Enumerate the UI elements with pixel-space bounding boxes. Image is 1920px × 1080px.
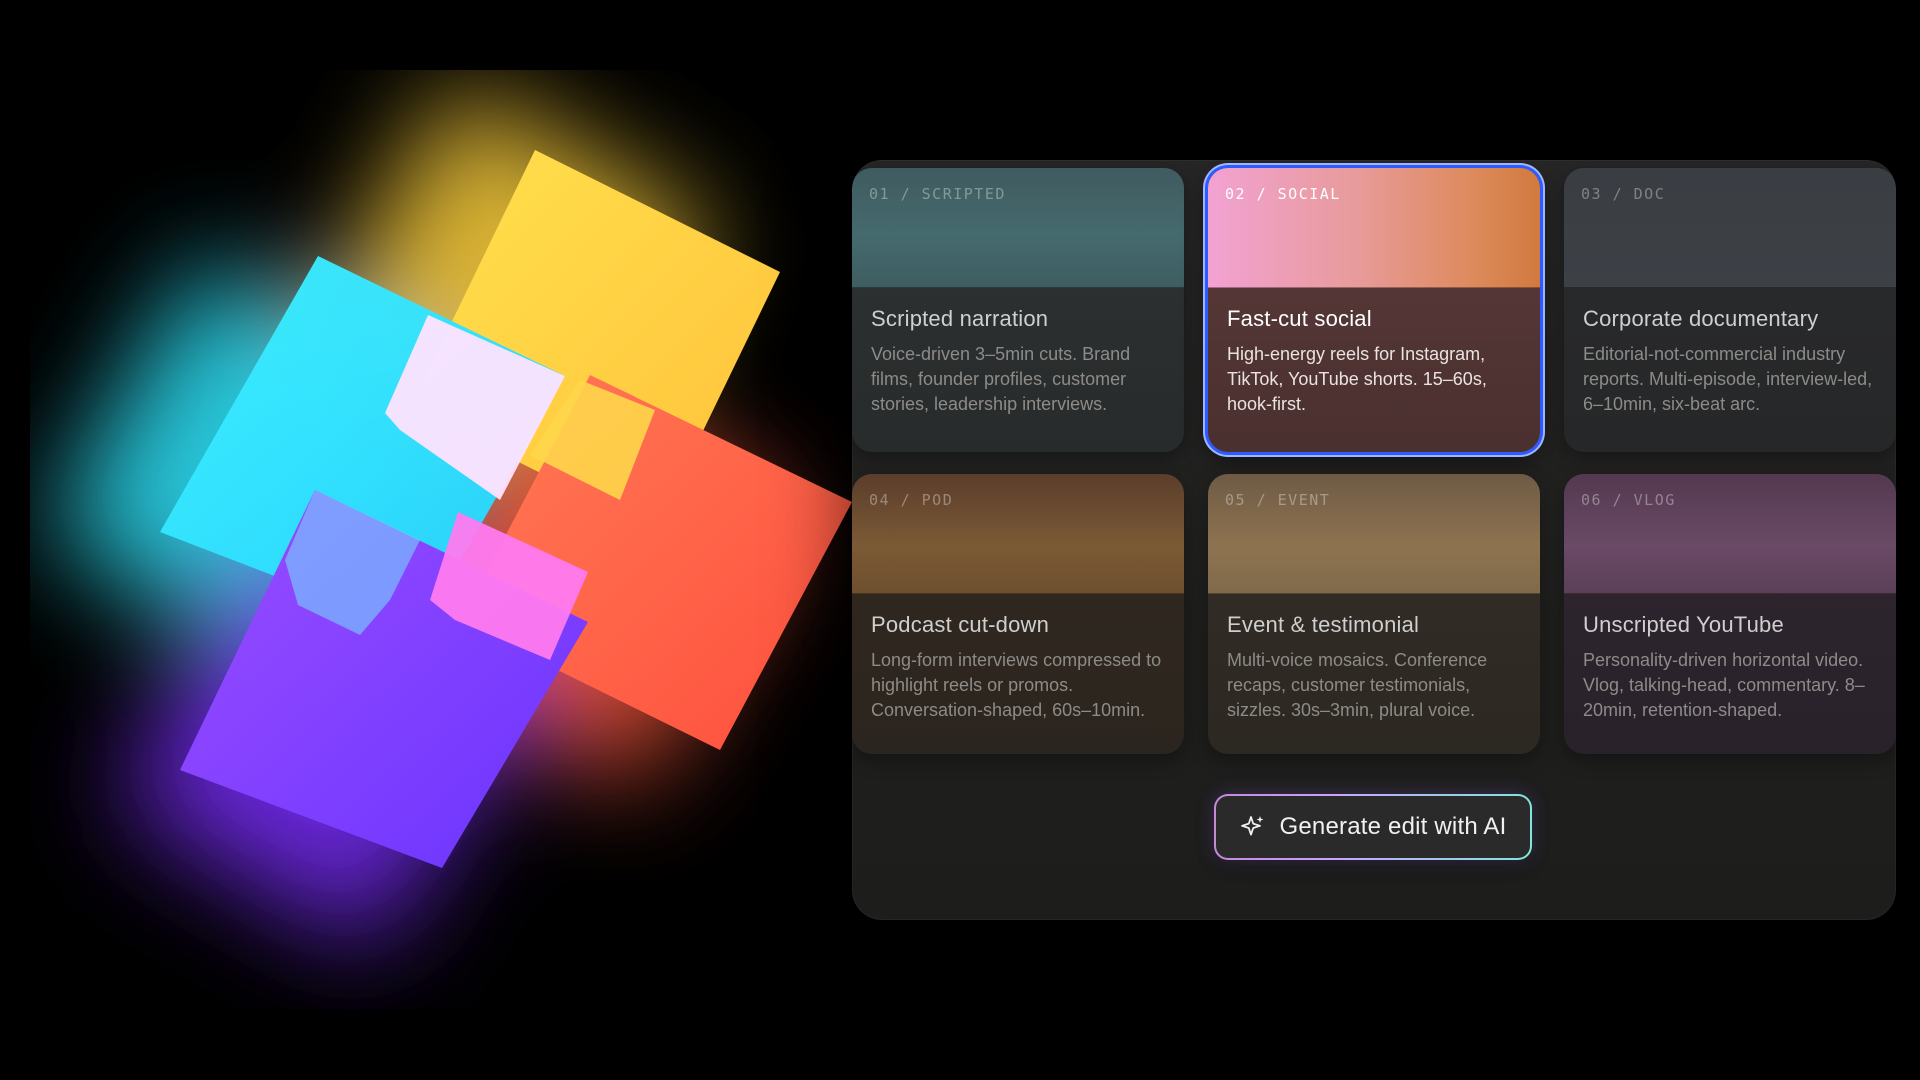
template-description: High-energy reels for Instagram, TikTok,…: [1227, 344, 1487, 414]
template-tag: 06 / VLOG: [1581, 491, 1676, 509]
template-title: Corporate documentary: [1583, 306, 1819, 331]
template-title: Event & testimonial: [1227, 612, 1420, 637]
template-tag: 04 / POD: [869, 491, 954, 509]
template-description: Long-form interviews compressed to highl…: [871, 650, 1162, 720]
template-card-pod[interactable]: 04 / POD Podcast cut-down Long-form inte…: [852, 474, 1184, 754]
template-tag: 05 / EVENT: [1225, 491, 1331, 509]
template-card-event[interactable]: 05 / EVENT Event & testimonial Multi-voi…: [1208, 474, 1540, 754]
template-panel: 01 / SCRIPTED Scripted narration Voice-d…: [852, 160, 1896, 920]
stage: 01 / SCRIPTED Scripted narration Voice-d…: [0, 0, 1920, 1080]
template-tag: 02 / SOCIAL: [1225, 185, 1341, 203]
template-card-scripted[interactable]: 01 / SCRIPTED Scripted narration Voice-d…: [852, 168, 1184, 452]
template-description: Personality-driven horizontal video. Vlo…: [1583, 650, 1865, 720]
template-description: Voice-driven 3–5min cuts. Brand films, f…: [871, 344, 1131, 414]
generate-edit-button[interactable]: Generate edit with AI: [1214, 794, 1532, 860]
template-title: Podcast cut-down: [871, 612, 1050, 637]
template-description: Multi-voice mosaics. Conference recaps, …: [1227, 650, 1488, 720]
brand-logo: [30, 70, 890, 1010]
template-title: Fast-cut social: [1227, 306, 1372, 331]
template-tag: 01 / SCRIPTED: [869, 185, 1006, 203]
template-tag: 03 / DOC: [1581, 185, 1666, 203]
sparkle-icon: [1240, 816, 1263, 836]
brand-logo-graphic: [54, 90, 852, 943]
template-card-doc[interactable]: 03 / DOC Corporate documentary Editorial…: [1564, 168, 1896, 452]
template-description: Editorial-not-commercial industry report…: [1583, 344, 1873, 414]
template-title: Unscripted YouTube: [1583, 612, 1784, 637]
template-title: Scripted narration: [871, 306, 1049, 331]
template-card-vlog[interactable]: 06 / VLOG Unscripted YouTube Personality…: [1564, 474, 1896, 754]
generate-edit-label: Generate edit with AI: [1279, 813, 1507, 840]
template-card-social[interactable]: 02 / SOCIAL Fast-cut social High-energy …: [1208, 168, 1540, 452]
